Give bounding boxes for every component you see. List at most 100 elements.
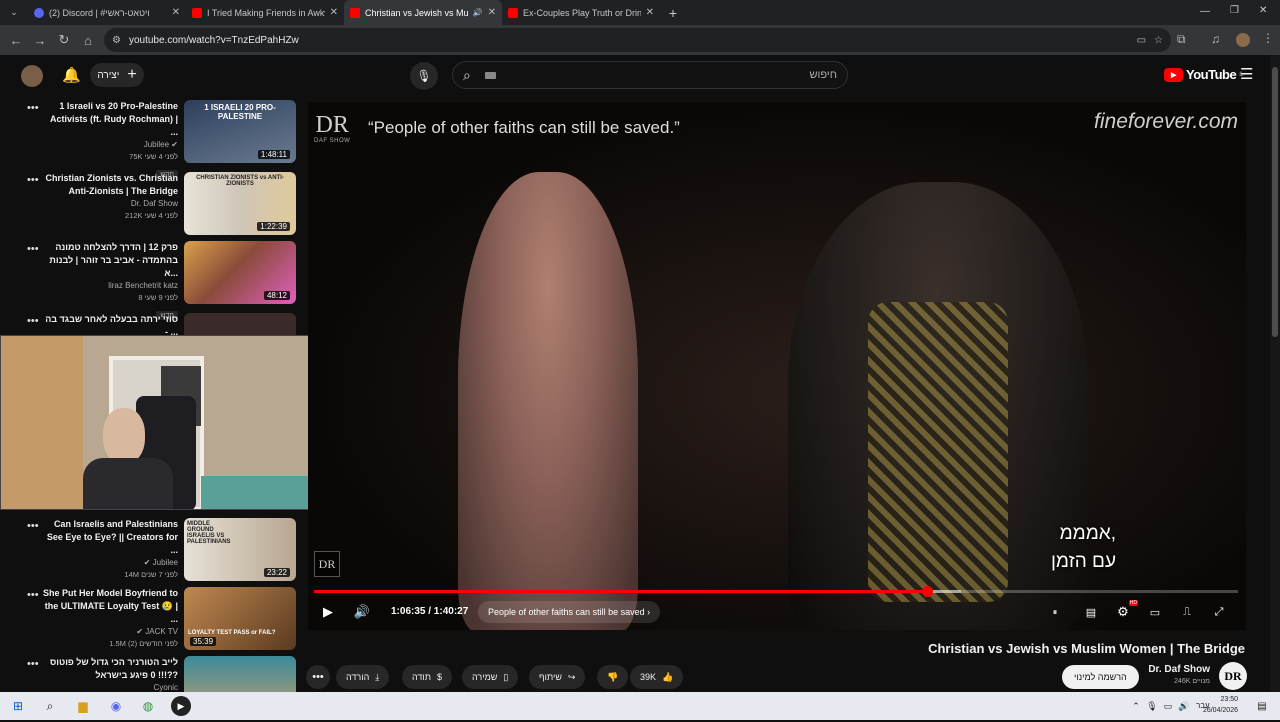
subtitles-icon[interactable]: ▤ (1082, 598, 1100, 626)
browser-menu-icon[interactable]: ⋮ (1262, 31, 1274, 45)
channel-avatar[interactable]: DR (1219, 662, 1247, 690)
create-button[interactable]: יצירה + (90, 63, 144, 87)
list-item[interactable]: ••• פרק 12 | הדרך להצלחה טמונה בהתמדה - … (22, 241, 300, 320)
clock[interactable]: 23:50 26/04/2026 (1203, 694, 1238, 716)
chrome-app-icon[interactable]: ◍ (138, 696, 158, 716)
download-button[interactable]: הורדה ⤓ (336, 665, 390, 689)
restore-button[interactable]: ❐ (1230, 5, 1239, 16)
close-icon[interactable]: ✕ (488, 7, 496, 18)
speaker-icon[interactable]: 🔊 (473, 8, 483, 17)
video-title[interactable]: לייב הטורניר הכי גדול של פוטוס !!! 0 פיג… (42, 656, 178, 682)
tab-ex-couples[interactable]: Ex-Couples Play Truth or Drink ✕ (502, 0, 660, 25)
settings-gear-icon[interactable]: ⚙ HD (1114, 598, 1138, 626)
guide-menu-icon[interactable]: ☰ (1240, 65, 1253, 83)
video-player[interactable]: DR DAF SHOW “People of other faiths can … (308, 102, 1246, 630)
list-item[interactable]: ••• 1 Israeli vs 20 Pro-Palestine Activi… (22, 100, 300, 179)
close-icon[interactable]: ✕ (646, 7, 654, 18)
like-button[interactable]: 39K 👍 (630, 665, 684, 689)
home-button[interactable]: ⌂ (76, 33, 100, 48)
discord-app-icon[interactable]: ◉ (106, 696, 126, 716)
list-item[interactable]: ••• She Put Her Model Boyfriend to the U… (22, 587, 300, 653)
bookmark-star-icon[interactable]: ☆ (1154, 35, 1163, 46)
more-actions-icon[interactable]: ••• (27, 174, 39, 186)
channel-name: Jubilee ✔ (42, 139, 178, 151)
search-input[interactable]: חיפוש (510, 69, 837, 81)
url-bar[interactable]: ⚙ youtube.com/watch?v=TnzEdPahHZw ▭ ☆ (104, 28, 1171, 52)
duration-badge: 35:39 (190, 637, 217, 646)
media-control-icon[interactable]: ♫ (1211, 32, 1220, 46)
tab-awkward-friends[interactable]: I Tried Making Friends in Awkw ✕ (186, 0, 344, 25)
search-icon[interactable]: ⌕ (463, 67, 471, 84)
notifications-icon[interactable]: ▤ (1252, 696, 1272, 716)
avatar[interactable] (21, 65, 43, 87)
tab-search-icon[interactable]: ⌄ (0, 7, 28, 18)
more-actions-button[interactable]: ••• (306, 665, 330, 689)
more-actions-icon[interactable]: ••• (27, 243, 39, 255)
play-button[interactable]: ▶ (318, 598, 338, 626)
more-actions-icon[interactable]: ••• (27, 102, 39, 114)
new-tab-button[interactable]: + (660, 5, 686, 21)
notifications-bell-icon[interactable]: 🔔 (62, 66, 81, 84)
more-actions-icon[interactable]: ••• (27, 315, 39, 327)
save-button[interactable]: שמירה ▯ (462, 665, 519, 689)
video-title[interactable]: פרק 12 | הדרך להצלחה טמונה בהתמדה - אביב… (42, 241, 178, 280)
dislike-button[interactable]: 👎 (597, 665, 629, 689)
site-info-icon[interactable]: ⚙ (112, 35, 121, 46)
video-thumbnail[interactable]: CHRISTIAN ZIONISTS vs ANTI-ZIONISTS 1:22… (184, 172, 296, 235)
keyboard-icon[interactable] (484, 71, 496, 79)
scrollbar-thumb[interactable] (1272, 67, 1278, 337)
voice-search-button[interactable]: 🎙 (410, 62, 438, 90)
branding-watermark[interactable]: DR (314, 551, 340, 577)
create-label: יצירה (97, 69, 120, 81)
volume-tray-icon[interactable]: 🔊 (1174, 696, 1194, 716)
youtube-header: 🔔 יצירה + 🎙 ⌕ חיפוש ▶ YouTube IL ☰ (0, 55, 1280, 95)
profile-avatar[interactable] (1236, 33, 1250, 47)
video-thumbnail[interactable]: 1 ISRAELI 20 PRO-PALESTINE 1:48:11 (184, 100, 296, 163)
forward-button[interactable]: → (28, 33, 52, 48)
page-scrollbar[interactable] (1270, 55, 1280, 692)
cast-icon[interactable]: ⎍ (1178, 598, 1196, 626)
extensions-icon[interactable]: ⧉ (1177, 32, 1186, 47)
close-icon[interactable]: ✕ (172, 7, 180, 18)
autoplay-toggle[interactable]: ⏸ (1048, 598, 1062, 626)
theater-mode-icon[interactable]: ▭ (1146, 598, 1164, 626)
search-bar[interactable]: ⌕ חיפוש (452, 61, 848, 89)
video-thumbnail[interactable]: 48:12 (184, 241, 296, 304)
close-icon[interactable]: ✕ (330, 7, 338, 18)
tab-active-video[interactable]: Christian vs Jewish vs Musl 🔊 ✕ (344, 0, 502, 25)
bookmark-icon: ▯ (503, 671, 509, 682)
list-item[interactable]: ••• Can Israelis and Palestinians See Ey… (22, 518, 300, 584)
minimize-button[interactable]: — (1200, 6, 1210, 17)
windows-start-icon[interactable]: ⊞ (8, 696, 28, 716)
search-icon[interactable]: ⌕ (40, 696, 60, 716)
channel-name[interactable]: Dr. Daf Show (1148, 664, 1210, 675)
scrubber-handle[interactable] (921, 586, 933, 597)
reload-button[interactable]: ↻ (52, 32, 76, 48)
chapter-button[interactable]: People of other faiths can still be save… (478, 601, 661, 623)
progress-bar[interactable] (314, 586, 1238, 597)
media-player-icon[interactable]: ▶ (171, 696, 191, 716)
video-title[interactable]: 1 Israeli vs 20 Pro-Palestine Activists … (42, 100, 178, 139)
video-info: Christian vs Jewish vs Muslim Women | Th… (300, 635, 1250, 692)
volume-icon[interactable]: 🔊 (352, 598, 372, 626)
video-thumbnail[interactable]: LOYALTY TEST PASS or FAIL? 35:39 (184, 587, 296, 650)
thanks-button[interactable]: תודה $ (402, 665, 452, 689)
video-title[interactable]: Christian Zionists vs. Christian Anti-Zi… (42, 172, 178, 198)
window-close-button[interactable]: ✕ (1259, 5, 1267, 16)
more-actions-icon[interactable]: ••• (27, 589, 39, 601)
video-title[interactable]: She Put Her Model Boyfriend to the ULTIM… (42, 587, 178, 626)
tab-discord[interactable]: (2) Discord | #ויטאט-ראשי ✕ (28, 0, 186, 25)
tab-label: Ex-Couples Play Truth or Drink (523, 7, 641, 18)
subscribe-button[interactable]: הרשמה למינוי (1062, 665, 1139, 689)
more-actions-icon[interactable]: ••• (27, 520, 39, 532)
file-explorer-icon[interactable]: ▆ (73, 696, 93, 716)
share-button[interactable]: שיתוף ↪ (529, 665, 586, 689)
video-thumbnail[interactable]: MIDDLE GROUND ISRAELIS VS PALESTINIANS 2… (184, 518, 296, 581)
list-item[interactable]: ••• Christian Zionists vs. Christian Ant… (22, 172, 300, 238)
video-title[interactable]: Can Israelis and Palestinians See Eye to… (42, 518, 178, 557)
cast-icon[interactable]: ▭ (1137, 35, 1146, 46)
back-button[interactable]: ← (4, 33, 28, 48)
youtube-logo[interactable]: ▶ YouTube IL (1164, 67, 1244, 82)
more-actions-icon[interactable]: ••• (27, 658, 39, 670)
fullscreen-icon[interactable]: ⤢ (1210, 598, 1228, 626)
